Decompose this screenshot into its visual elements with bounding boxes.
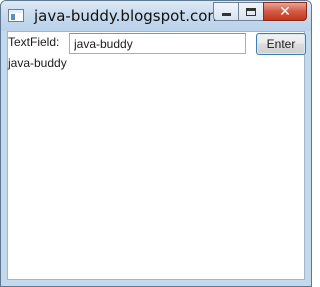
textfield-label: TextField: [8,35,60,49]
minimize-button[interactable] [213,2,238,21]
enter-button[interactable]: Enter [256,33,306,55]
window-title: java-buddy.blogspot.com [34,7,223,25]
close-button[interactable]: ✕ [263,2,307,21]
caption-buttons: ✕ [213,2,307,21]
title-bar[interactable]: java-buddy.blogspot.com ✕ [1,1,311,31]
minimize-icon [221,13,231,16]
maximize-icon [246,7,256,16]
output-label: java-buddy [8,56,67,70]
maximize-button[interactable] [238,2,263,21]
close-icon: ✕ [279,3,291,20]
application-window: java-buddy.blogspot.com ✕ TextField: Ent… [0,0,312,287]
client-area: TextField: Enter java-buddy [7,31,306,280]
text-field[interactable] [69,33,246,54]
window-icon[interactable] [8,9,24,22]
